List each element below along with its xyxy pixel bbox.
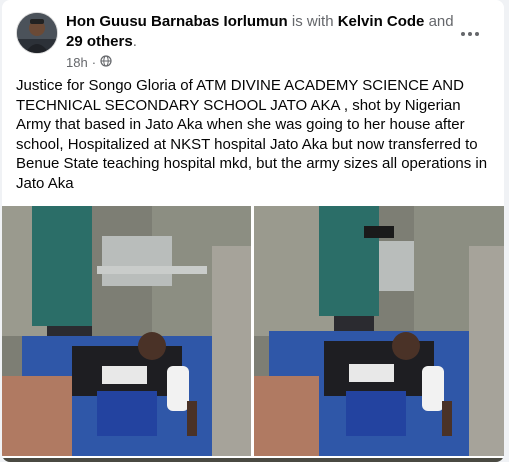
more-options-icon[interactable] [456,20,484,48]
timestamp[interactable]: 18h [66,55,88,70]
with-connector: is with [291,13,334,30]
and-connector: and [428,13,454,30]
post-text: Justice for Songo Gloria of ATM DIVINE A… [16,77,488,192]
globe-icon[interactable] [100,55,112,70]
post-header: Hon Guusu Barnabas Iorlumun is with Kelv… [12,12,494,70]
others-link[interactable]: 29 others [66,33,133,50]
photo-2[interactable] [254,206,504,456]
post-meta: 18h · [66,55,112,70]
photo-grid [2,206,504,462]
author-line: Hon Guusu Barnabas Iorlumun is with Kelv… [66,12,454,52]
more-photos-strip[interactable] [2,458,504,462]
author-name[interactable]: Hon Guusu Barnabas Iorlumun [66,13,288,30]
photo-1[interactable] [2,206,251,456]
post-card: Hon Guusu Barnabas Iorlumun is with Kelv… [2,0,504,462]
tagged-person-link[interactable]: Kelvin Code [338,13,425,30]
author-line-period: . [132,33,137,50]
avatar[interactable] [16,12,58,54]
